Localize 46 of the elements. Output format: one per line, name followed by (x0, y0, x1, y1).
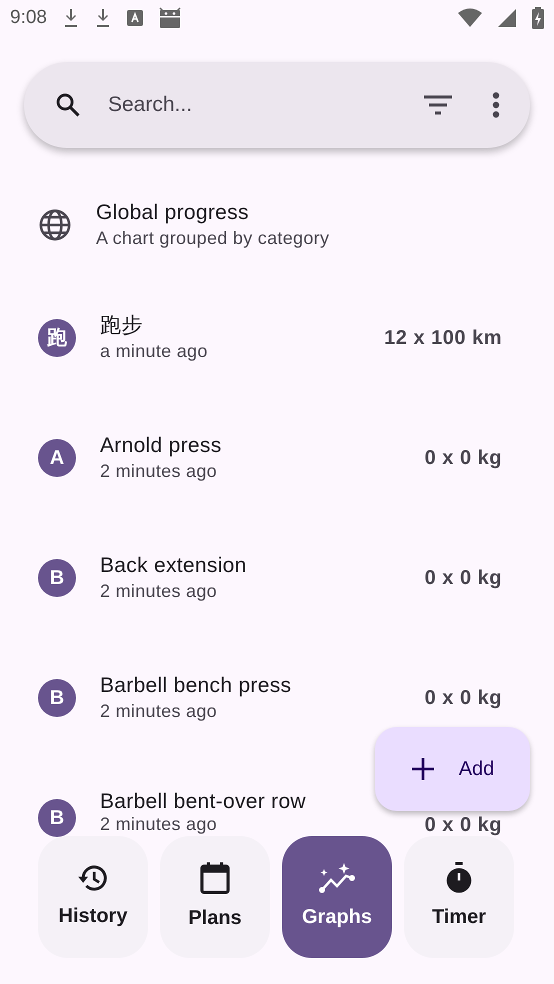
item-title: Back extension (100, 552, 248, 579)
nav-tab[interactable]: Plans (160, 836, 270, 958)
plus-icon (410, 757, 435, 781)
download-icon (94, 8, 111, 28)
item-value: 0 x 0 kg (424, 446, 502, 471)
item-title: 跑步 (100, 312, 144, 339)
item-value: 12 x 100 km (384, 326, 502, 351)
avatar: A (38, 439, 76, 477)
item-title: Barbell bench press (100, 672, 292, 699)
search-icon (54, 91, 82, 119)
item-title: Barbell bent-over row (100, 790, 307, 814)
battery-icon (532, 7, 544, 29)
app-notification-icon (126, 10, 143, 26)
item-subtitle: a minute ago (100, 340, 209, 364)
status-time: 9:08 (10, 6, 47, 30)
globe-icon (38, 208, 72, 242)
more-options-icon[interactable] (492, 92, 500, 118)
nav-tab[interactable]: Timer (404, 836, 514, 958)
item-value: 0 x 0 kg (424, 686, 502, 711)
avatar: 跑 (38, 319, 76, 357)
avatar: B (38, 799, 76, 837)
avatar: B (38, 559, 76, 597)
add-button[interactable]: Add (375, 727, 530, 811)
nav-tab[interactable]: History (38, 836, 148, 958)
item-subtitle: 2 minutes ago (100, 460, 218, 484)
item-subtitle: A chart grouped by category (96, 227, 330, 250)
sparkle-chart-icon (318, 862, 356, 894)
item-title: Global progress (96, 200, 250, 226)
calendar-icon (199, 861, 231, 895)
filter-icon[interactable] (424, 95, 452, 115)
avatar: B (38, 679, 76, 717)
item-value: 0 x 0 kg (424, 813, 502, 838)
robot-icon (158, 7, 181, 29)
item-title: Arnold press (100, 432, 222, 459)
nav-tab[interactable]: Graphs (282, 836, 392, 958)
history-icon (77, 863, 109, 893)
item-subtitle: 2 minutes ago (100, 580, 218, 604)
signal-icon (498, 9, 516, 27)
stopwatch-icon (444, 862, 474, 894)
item-subtitle: 2 minutes ago (100, 814, 218, 834)
item-subtitle: 2 minutes ago (100, 700, 218, 724)
wifi-icon (458, 8, 482, 28)
item-value: 0 x 0 kg (424, 566, 502, 591)
search-field[interactable]: Search... (106, 88, 400, 122)
search-bar[interactable]: Search... (24, 62, 530, 148)
download-icon (62, 8, 79, 28)
